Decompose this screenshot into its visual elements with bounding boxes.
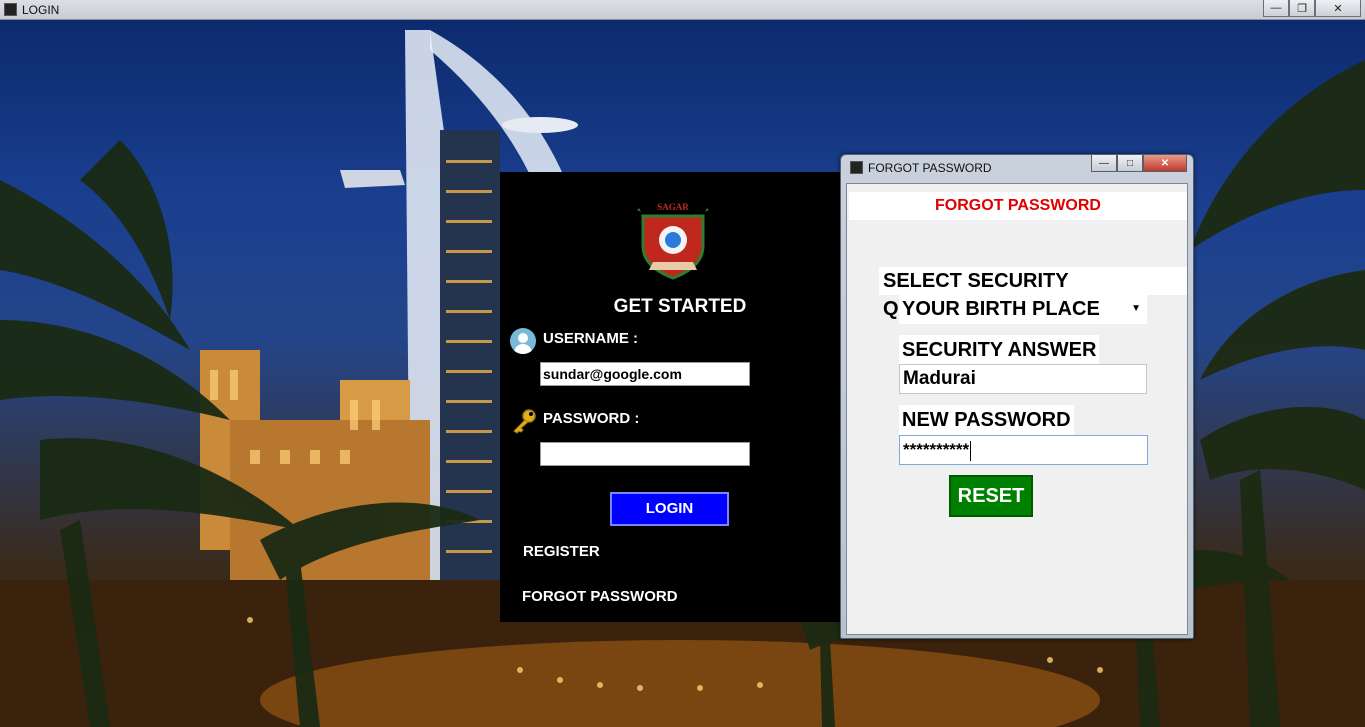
dialog-window-controls: — □ ✕ [1091,155,1187,172]
new-password-label: NEW PASSWORD [899,405,1074,435]
password-label: PASSWORD : [543,410,640,427]
app-icon [4,3,17,16]
get-started-heading: GET STARTED [613,296,747,317]
forgot-password-link[interactable]: FORGOT PASSWORD [522,588,678,605]
dialog-title: FORGOT PASSWORD [868,161,992,175]
close-button[interactable]: ✕ [1315,0,1361,17]
main-title-bar: LOGIN — ❐ ✕ [0,0,1365,20]
new-password-field[interactable]: ********** [899,435,1148,465]
key-icon [513,409,536,434]
login-button[interactable]: LOGIN [610,492,729,526]
minimize-button[interactable]: — [1263,0,1289,17]
logo-text: SAGAR [657,202,689,212]
new-password-value: ********** [903,440,970,459]
user-icon [510,328,536,354]
dialog-header: FORGOT PASSWORD [849,192,1187,220]
security-answer-field[interactable]: Madurai [899,364,1147,394]
sagar-logo: SAGAR [637,202,709,280]
dialog-content: FORGOT PASSWORD SELECT SECURITY QUESTION… [846,183,1188,635]
dialog-maximize-button[interactable]: □ [1117,155,1143,172]
security-question-value: YOUR BIRTH PLACE [902,298,1100,320]
text-caret [970,440,972,461]
password-field[interactable] [540,442,750,466]
username-label: USERNAME : [543,330,639,347]
dialog-app-icon [850,161,863,174]
forgot-password-dialog: FORGOT PASSWORD — □ ✕ FORGOT PASSWORD SE… [840,154,1194,639]
window-title: LOGIN [22,3,60,17]
dialog-close-button[interactable]: ✕ [1143,155,1187,172]
username-field[interactable]: sundar@google.com [540,362,750,386]
login-panel: SAGAR GET STARTED USERNAME : sundar@goog… [500,172,842,622]
reset-button[interactable]: RESET [949,475,1033,517]
dialog-minimize-button[interactable]: — [1091,155,1117,172]
security-question-select[interactable]: YOUR BIRTH PLACE ▼ [899,295,1147,324]
security-question-label: SELECT SECURITY QUESTION: [879,267,1187,320]
register-link[interactable]: REGISTER [523,543,600,560]
maximize-button[interactable]: ❐ [1289,0,1315,17]
window-controls: — ❐ ✕ [1263,0,1361,18]
security-answer-label: SECURITY ANSWER [899,335,1100,365]
dropdown-arrow-icon[interactable]: ▼ [1131,295,1141,323]
